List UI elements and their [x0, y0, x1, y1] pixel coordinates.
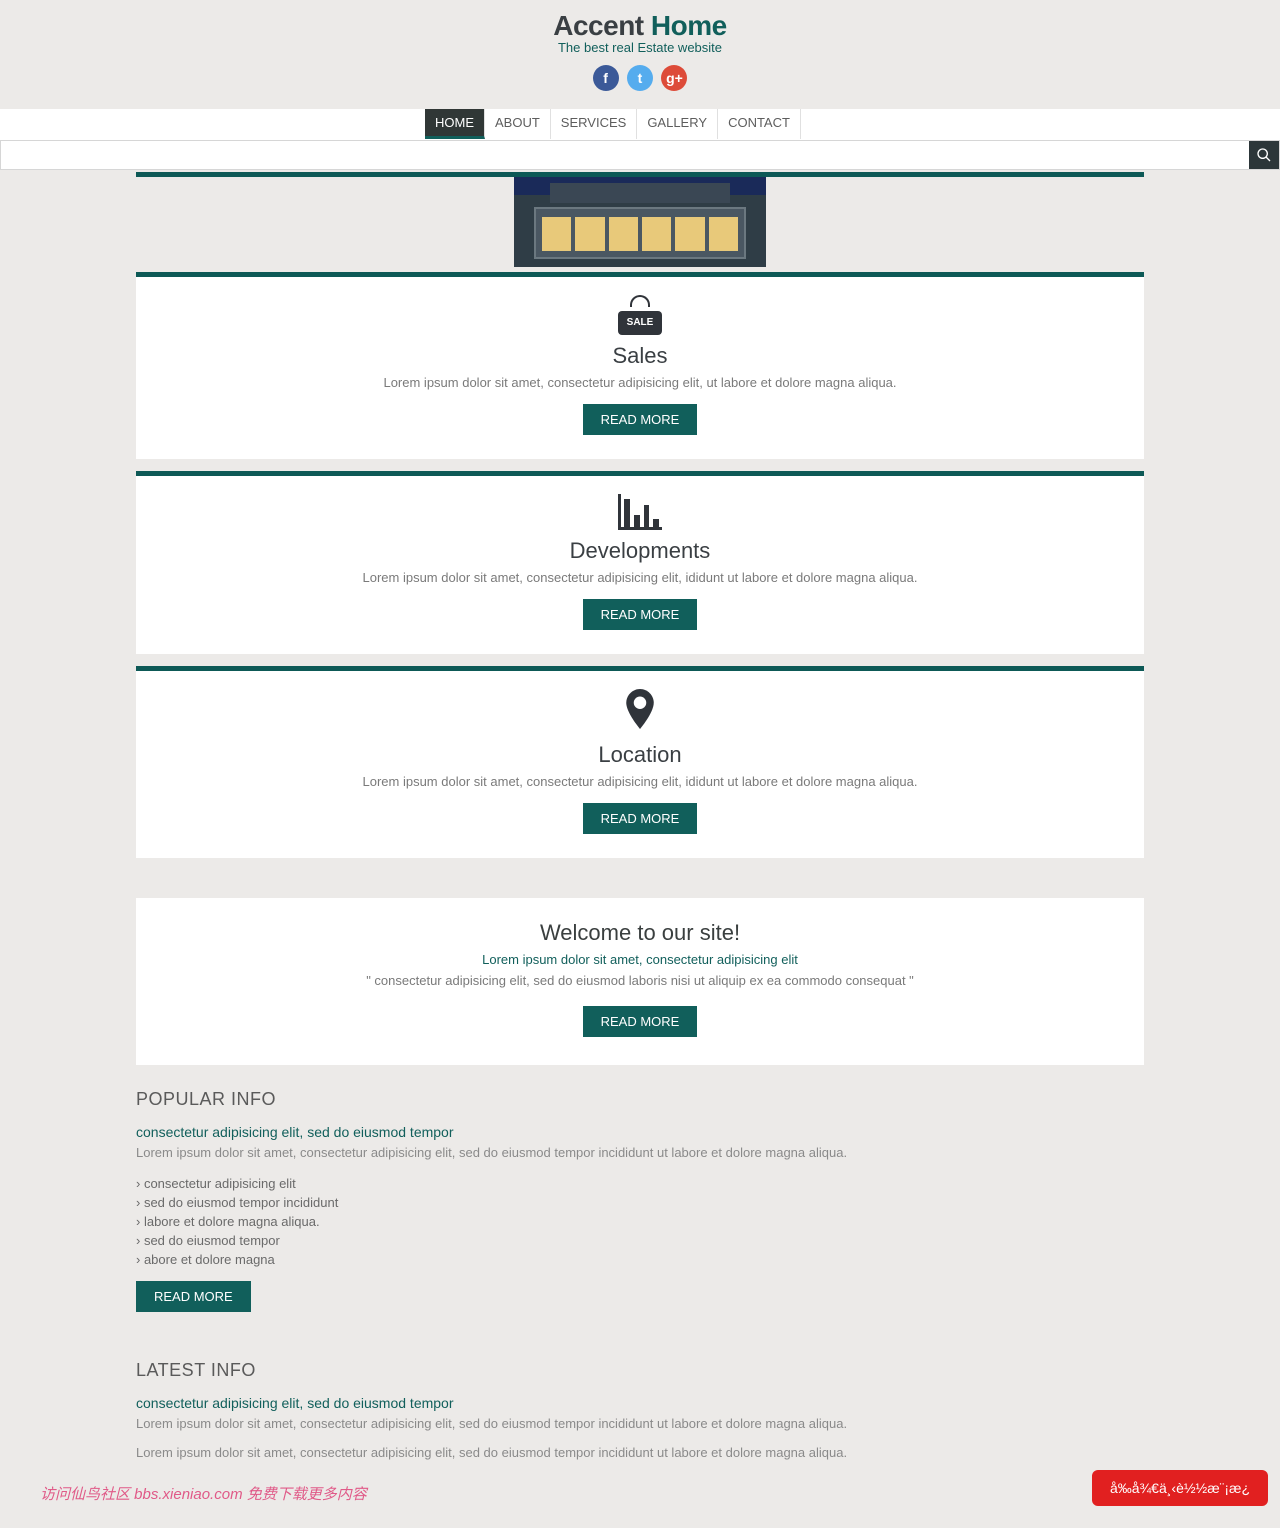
feature-card-developments: Developments Lorem ipsum dolor sit amet,…	[136, 471, 1144, 654]
site-logo[interactable]: Accent Home	[0, 10, 1280, 42]
latest-desc-2: Lorem ipsum dolor sit amet, consectetur …	[136, 1445, 1144, 1460]
nav-gallery[interactable]: GALLERY	[637, 109, 718, 139]
feature-card-location: Location Lorem ipsum dolor sit amet, con…	[136, 666, 1144, 858]
card-title: Developments	[160, 538, 1120, 564]
list-item[interactable]: sed do eiusmod tempor incididunt	[136, 1193, 1144, 1212]
popular-list: consectetur adipisicing elit sed do eius…	[136, 1174, 1144, 1269]
bar-chart-icon	[618, 494, 662, 530]
hero-banner	[136, 172, 1144, 272]
list-item[interactable]: consectetur adipisicing elit	[136, 1174, 1144, 1193]
card-title: Sales	[160, 343, 1120, 369]
read-more-button[interactable]: READ MORE	[583, 803, 698, 834]
card-text: Lorem ipsum dolor sit amet, consectetur …	[160, 570, 1120, 585]
welcome-title: Welcome to our site!	[160, 920, 1120, 946]
search-button[interactable]	[1249, 141, 1279, 169]
latest-link[interactable]: consectetur adipisicing elit, sed do eiu…	[136, 1395, 454, 1411]
popular-link[interactable]: consectetur adipisicing elit, sed do eiu…	[136, 1124, 454, 1140]
section-heading: LATEST INFO	[136, 1360, 1144, 1381]
brand-word-2: Home	[651, 10, 727, 41]
card-text: Lorem ipsum dolor sit amet, consectetur …	[160, 774, 1120, 789]
search-icon	[1256, 147, 1272, 163]
list-item[interactable]: sed do eiusmod tempor	[136, 1231, 1144, 1250]
nav-about[interactable]: ABOUT	[485, 109, 551, 139]
twitter-icon[interactable]: t	[627, 65, 653, 91]
nav-contact[interactable]: CONTACT	[718, 109, 801, 139]
latest-desc-1: Lorem ipsum dolor sit amet, consectetur …	[136, 1416, 1144, 1431]
brand-word-1: Accent	[553, 10, 651, 41]
google-plus-icon[interactable]: g+	[661, 65, 687, 91]
latest-info-section: LATEST INFO consectetur adipisicing elit…	[136, 1336, 1144, 1460]
feature-card-sales: SALE Sales Lorem ipsum dolor sit amet, c…	[136, 272, 1144, 459]
welcome-panel: Welcome to our site! Lorem ipsum dolor s…	[136, 898, 1144, 1065]
welcome-subtitle: Lorem ipsum dolor sit amet, consectetur …	[160, 952, 1120, 967]
sale-tag-icon: SALE	[618, 295, 662, 335]
welcome-read-more-button[interactable]: READ MORE	[583, 1006, 698, 1037]
facebook-icon[interactable]: f	[593, 65, 619, 91]
site-tagline: The best real Estate website	[0, 40, 1280, 55]
popular-desc: Lorem ipsum dolor sit amet, consectetur …	[136, 1145, 1144, 1160]
hero-image	[514, 177, 766, 267]
search-input[interactable]	[1, 141, 1249, 169]
download-template-badge[interactable]: å‰å¾€ä¸‹è½½æ¨¡æ¿	[1092, 1470, 1268, 1506]
read-more-button[interactable]: READ MORE	[583, 404, 698, 435]
list-item[interactable]: labore et dolore magna aliqua.	[136, 1212, 1144, 1231]
list-item[interactable]: abore et dolore magna	[136, 1250, 1144, 1269]
nav-services[interactable]: SERVICES	[551, 109, 638, 139]
main-nav: HOME ABOUT SERVICES GALLERY CONTACT	[425, 109, 855, 139]
location-pin-icon	[160, 689, 1120, 734]
read-more-button[interactable]: READ MORE	[583, 599, 698, 630]
welcome-quote: " consectetur adipisicing elit, sed do e…	[160, 973, 1120, 988]
popular-info-section: POPULAR INFO consectetur adipisicing eli…	[136, 1065, 1144, 1330]
nav-home[interactable]: HOME	[425, 109, 485, 139]
popular-read-more-button[interactable]: READ MORE	[136, 1281, 251, 1312]
card-title: Location	[160, 742, 1120, 768]
section-heading: POPULAR INFO	[136, 1089, 1144, 1110]
watermark-text: 访问仙鸟社区 bbs.xieniao.com 免费下载更多内容	[40, 1483, 367, 1504]
card-text: Lorem ipsum dolor sit amet, consectetur …	[160, 375, 1120, 390]
